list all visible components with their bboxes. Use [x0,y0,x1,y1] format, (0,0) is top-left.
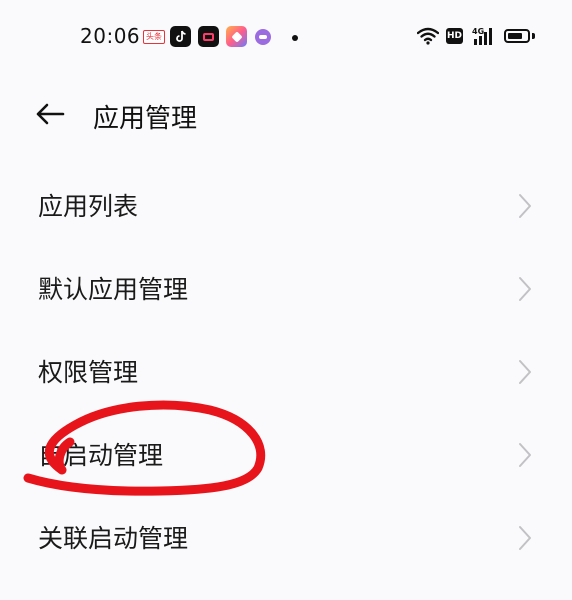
menu-item-label: 关联启动管理 [38,524,189,553]
battery-icon [504,29,530,43]
video-app-icon [198,26,219,47]
menu-item-app-list[interactable]: 应用列表 [0,165,572,248]
menu-item-label: 应用列表 [38,192,139,221]
menu-list: 应用列表 默认应用管理 权限管理 自启动管理 关联启动管理 [0,165,572,580]
wifi-icon [417,27,439,45]
browser-app-icon [226,26,247,47]
tiktok-icon [170,26,191,47]
chevron-right-icon [519,443,531,467]
menu-item-label: 权限管理 [38,358,139,387]
battery-tip [532,33,535,39]
menu-item-permissions[interactable]: 权限管理 [0,331,572,414]
chevron-right-icon [519,526,531,550]
battery-fill [508,33,522,39]
app-management-screen: 20:06 头条 HD 4G 应用管理 应用列表 默认应用管理 权限管理 自启动… [0,0,572,600]
signal-label: 4G [472,27,484,36]
menu-item-label: 自启动管理 [38,441,164,470]
chevron-right-icon [519,277,531,301]
chevron-right-icon [519,194,531,218]
back-button[interactable] [30,96,70,132]
menu-item-default-apps[interactable]: 默认应用管理 [0,248,572,331]
page-title: 应用管理 [93,104,198,134]
menu-item-label: 默认应用管理 [38,275,189,304]
cellular-signal-icon: 4G [472,27,492,45]
menu-item-autostart[interactable]: 自启动管理 [0,414,572,497]
status-time: 20:06 [80,24,141,48]
toutiao-icon: 头条 [143,30,165,44]
status-bar: 20:06 头条 HD 4G [0,0,572,74]
chevron-right-icon [519,360,531,384]
more-notifications-dot-icon [292,35,298,41]
chat-app-icon [255,29,271,45]
menu-item-associated-launch[interactable]: 关联启动管理 [0,497,572,580]
back-arrow-icon [36,103,65,125]
hd-badge: HD [446,28,463,44]
page-header: 应用管理 [0,86,572,144]
